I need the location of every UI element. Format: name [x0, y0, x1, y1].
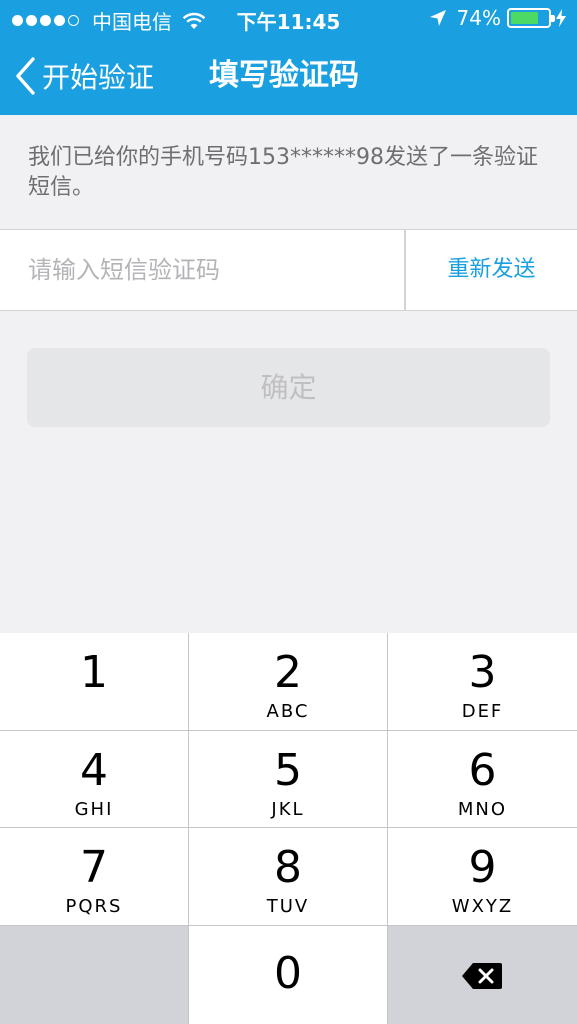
- key-0[interactable]: 0: [189, 926, 387, 1024]
- key-digit: 4: [80, 745, 108, 796]
- status-bar: 中国电信 下午11:45 74%: [0, 0, 577, 38]
- key-4[interactable]: 4 GHI: [0, 731, 188, 827]
- key-3[interactable]: 3 DEF: [388, 633, 577, 730]
- key-letters: WXYZ: [451, 896, 514, 917]
- key-letters: GHI: [74, 799, 114, 820]
- key-6[interactable]: 6 MNO: [388, 731, 577, 827]
- key-letters: TUV: [266, 896, 310, 917]
- status-right: 74%: [429, 6, 567, 30]
- key-digit: 6: [468, 745, 497, 796]
- delete-key[interactable]: [388, 926, 577, 1024]
- key-digit: 9: [468, 842, 497, 893]
- key-digit: 8: [274, 842, 302, 893]
- info-section: 我们已给你的手机号码153******98发送了一条验证短信。: [0, 115, 577, 230]
- battery-icon: [507, 8, 555, 28]
- key-1[interactable]: 1: [0, 633, 188, 730]
- empty-key: [0, 926, 188, 1024]
- key-digit: 1: [80, 647, 108, 698]
- key-7[interactable]: 7 PQRS: [0, 828, 188, 925]
- resend-button[interactable]: 重新发送: [406, 230, 577, 310]
- backspace-icon: [462, 963, 502, 989]
- page-title: 填写验证码: [209, 58, 359, 93]
- key-8[interactable]: 8 TUV: [189, 828, 387, 925]
- top-bar: 中国电信 下午11:45 74% 开始验证 填写验证码: [0, 0, 577, 115]
- back-button[interactable]: 开始验证: [14, 56, 154, 96]
- key-digit: 3: [468, 647, 497, 698]
- chevron-left-icon: [16, 57, 35, 95]
- key-digit: 7: [80, 842, 108, 893]
- key-2[interactable]: 2 ABC: [189, 633, 387, 730]
- key-letters: MNO: [457, 799, 508, 820]
- key-digit: 5: [274, 745, 302, 796]
- key-letters: DEF: [461, 701, 504, 722]
- key-5[interactable]: 5 JKL: [189, 731, 387, 827]
- key-9[interactable]: 9 WXYZ: [388, 828, 577, 925]
- key-letters: JKL: [271, 799, 305, 820]
- key-digit: 0: [274, 948, 302, 999]
- charging-bolt-icon: [556, 9, 566, 27]
- code-input-row: 重新发送: [0, 230, 577, 311]
- location-arrow-icon: [429, 10, 446, 26]
- key-letters: PQRS: [65, 896, 123, 917]
- confirm-button[interactable]: 确定: [27, 348, 550, 427]
- key-letters: ABC: [266, 701, 310, 722]
- sms-code-input[interactable]: [0, 230, 405, 310]
- battery-fill: [511, 12, 538, 24]
- back-button-label: 开始验证: [42, 61, 155, 94]
- sms-sent-notice: 我们已给你的手机号码153******98发送了一条验证短信。: [28, 145, 538, 200]
- numeric-keypad: 1 2 ABC 3 DEF 4 GHI 5 JKL 6 MNO 7 PQRS 8…: [0, 633, 577, 1024]
- key-digit: 2: [274, 647, 302, 698]
- battery-percentage: 74%: [456, 6, 501, 30]
